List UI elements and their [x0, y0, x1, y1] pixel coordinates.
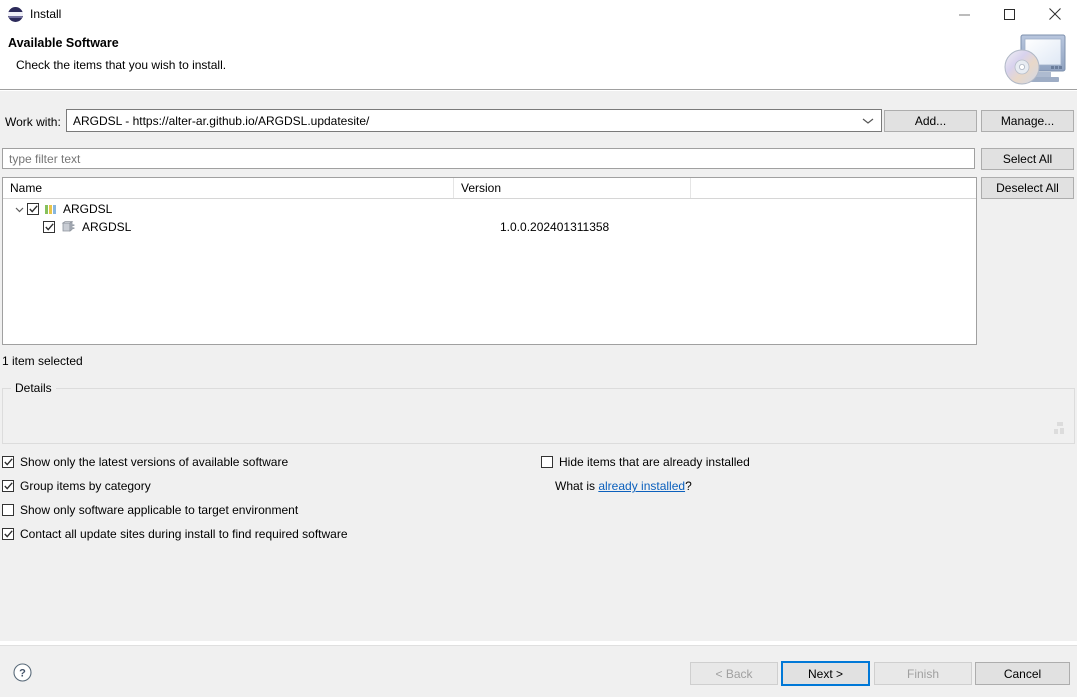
option-label: Group items by category	[20, 479, 151, 493]
option-checkbox[interactable]	[2, 456, 14, 468]
chevron-down-icon[interactable]	[11, 206, 27, 213]
option-label: Contact all update sites during install …	[20, 527, 348, 541]
row-version: 1.0.0.202401311358	[500, 220, 610, 234]
work-with-value: ARGDSL - https://alter-ar.github.io/ARGD…	[73, 113, 370, 128]
filter-placeholder: type filter text	[9, 151, 81, 166]
page-subtitle: Check the items that you wish to install…	[16, 58, 227, 72]
software-tree[interactable]: Name Version ARGDSL ARGDSL 1.0.0.2024013…	[2, 177, 977, 345]
dialog-body	[0, 91, 1077, 641]
what-is-suffix: ?	[685, 479, 692, 493]
tree-header: Name Version	[3, 178, 976, 199]
install-dialog: Install Available Software Check the ite…	[0, 0, 1077, 697]
option-contact-all-update-sites[interactable]: Contact all update sites during install …	[2, 527, 348, 541]
title-bar-left: Install	[0, 6, 62, 22]
svg-text:?: ?	[19, 667, 26, 679]
window-controls	[942, 0, 1077, 28]
add-button[interactable]: Add...	[884, 110, 977, 132]
option-show-latest-versions[interactable]: Show only the latest versions of availab…	[2, 455, 288, 469]
minimize-icon[interactable]	[942, 0, 987, 28]
column-header-version[interactable]: Version	[453, 178, 690, 198]
row-name: ARGDSL	[63, 202, 113, 216]
cancel-button[interactable]: Cancel	[975, 662, 1070, 685]
help-question-icon[interactable]: ?	[13, 663, 32, 685]
resize-grip-icon[interactable]	[1052, 420, 1068, 439]
page-title: Available Software	[8, 36, 119, 50]
status-selected-count: 1 item selected	[2, 354, 83, 368]
column-header-filler	[690, 178, 976, 198]
header-banner: Available Software Check the items that …	[0, 28, 1077, 90]
finish-button[interactable]: Finish	[874, 662, 972, 685]
column-header-name[interactable]: Name	[3, 178, 453, 198]
tree-rows: ARGDSL ARGDSL 1.0.0.202401311358	[3, 199, 976, 236]
back-button[interactable]: < Back	[690, 662, 778, 685]
option-label: Show only software applicable to target …	[20, 503, 299, 517]
close-icon[interactable]	[1032, 0, 1077, 28]
option-target-environment[interactable]: Show only software applicable to target …	[2, 503, 298, 517]
work-with-label: Work with:	[5, 115, 61, 129]
what-is-prefix: What is	[555, 479, 599, 493]
option-group-by-category[interactable]: Group items by category	[2, 479, 151, 493]
option-label: Show only the latest versions of availab…	[20, 455, 289, 469]
row-checkbox[interactable]	[27, 203, 39, 215]
filter-input[interactable]: type filter text	[2, 148, 975, 169]
option-checkbox[interactable]	[2, 480, 14, 492]
details-legend: Details	[11, 381, 56, 395]
option-checkbox[interactable]	[541, 456, 553, 468]
chevron-down-icon[interactable]	[855, 110, 881, 131]
eclipse-logo-icon	[8, 6, 23, 22]
row-checkbox[interactable]	[43, 221, 55, 233]
table-row[interactable]: ARGDSL 1.0.0.202401311358	[3, 218, 976, 236]
option-hide-installed[interactable]: Hide items that are already installed	[541, 455, 750, 469]
manage-button[interactable]: Manage...	[981, 110, 1074, 132]
select-all-button[interactable]: Select All	[981, 148, 1074, 170]
monitor-cd-icon	[999, 32, 1071, 88]
table-row[interactable]: ARGDSL	[3, 200, 976, 218]
details-group: Details	[2, 381, 1075, 444]
work-with-combo[interactable]: ARGDSL - https://alter-ar.github.io/ARGD…	[66, 109, 882, 132]
option-label: Hide items that are already installed	[559, 455, 750, 469]
already-installed-link[interactable]: already installed	[598, 479, 685, 493]
option-checkbox[interactable]	[2, 504, 14, 516]
next-button[interactable]: Next >	[781, 661, 870, 686]
deselect-all-button[interactable]: Deselect All	[981, 177, 1074, 199]
window-title: Install	[30, 7, 62, 21]
title-bar: Install	[0, 0, 1077, 28]
feature-plugin-icon	[61, 221, 75, 233]
category-bars-icon	[45, 204, 56, 214]
what-is-already-installed: What is already installed?	[555, 479, 692, 493]
maximize-icon[interactable]	[987, 0, 1032, 28]
option-checkbox[interactable]	[2, 528, 14, 540]
row-name: ARGDSL	[82, 220, 132, 234]
